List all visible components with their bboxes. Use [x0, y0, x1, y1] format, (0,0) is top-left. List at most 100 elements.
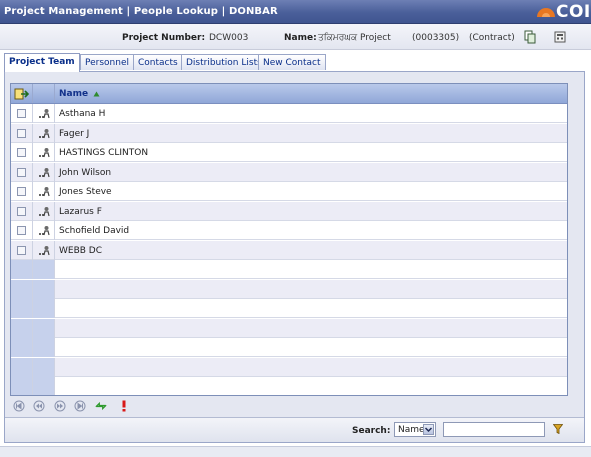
project-name-value: ਤਕਿਮਰਘਕ Project — [318, 33, 391, 43]
row-type-cell — [33, 338, 55, 357]
tab-new-contact[interactable]: New Contact — [258, 54, 326, 70]
person-name[interactable]: Asthana H — [59, 109, 105, 119]
person-icon — [39, 187, 50, 197]
empty-table-row — [11, 338, 567, 357]
search-field-value: Name — [398, 425, 425, 435]
project-team-panel: Name Asthana H Fager J HASTINGS CLINTON Joh… — [4, 71, 585, 443]
tab-label: Project Team — [9, 57, 75, 67]
row-type-cell — [33, 357, 55, 377]
search-bar: Search: Name — [5, 417, 584, 442]
coins-logo-icon — [537, 8, 555, 17]
row-type-cell — [33, 279, 55, 299]
tab-contacts[interactable]: Contacts — [133, 54, 183, 70]
row-checkbox[interactable] — [17, 226, 26, 235]
row-type-cell — [33, 201, 55, 221]
person-name[interactable]: Schofield David — [59, 226, 129, 236]
search-input[interactable] — [443, 422, 545, 437]
export-icon[interactable] — [14, 87, 30, 101]
copy-icon[interactable] — [523, 30, 537, 44]
row-select-cell — [11, 221, 33, 240]
project-status: (Contract) — [469, 33, 515, 43]
title-bar: Project Management | People Lookup | DON… — [0, 0, 591, 24]
row-checkbox[interactable] — [17, 206, 26, 216]
row-type-cell — [33, 377, 55, 395]
person-icon — [39, 226, 50, 236]
next-page-icon[interactable] — [54, 400, 66, 412]
person-icon — [39, 245, 50, 255]
last-page-icon[interactable] — [74, 400, 86, 412]
person-name[interactable]: John Wilson — [59, 168, 111, 178]
row-type-cell — [33, 299, 55, 318]
table-row[interactable]: WEBB DC — [11, 240, 567, 260]
row-type-cell — [33, 143, 55, 162]
row-select-cell — [11, 279, 33, 299]
table-row[interactable]: Asthana H — [11, 104, 567, 123]
previous-page-icon[interactable] — [33, 400, 45, 412]
person-name[interactable]: HASTINGS CLINTON — [59, 148, 148, 158]
row-checkbox[interactable] — [17, 128, 26, 138]
person-icon — [39, 167, 50, 177]
person-name[interactable]: WEBB DC — [59, 246, 102, 256]
person-name[interactable]: Fager J — [59, 129, 89, 139]
row-checkbox[interactable] — [17, 187, 26, 196]
tab-project-team[interactable]: Project Team — [4, 53, 80, 72]
row-type-cell — [33, 260, 55, 279]
calculator-icon[interactable] — [553, 30, 567, 44]
table-row[interactable]: Schofield David — [11, 221, 567, 240]
row-select-cell — [11, 123, 33, 143]
table-row[interactable]: John Wilson — [11, 162, 567, 182]
empty-table-row — [11, 260, 567, 279]
person-name[interactable]: Jones Steve — [59, 187, 112, 197]
first-page-icon[interactable] — [13, 400, 25, 412]
person-icon — [39, 206, 50, 216]
empty-table-row — [11, 279, 567, 299]
coins-logo: COINS — [536, 2, 591, 22]
logo-text: COINS — [556, 2, 591, 22]
row-select-cell — [11, 104, 33, 123]
alert-icon[interactable] — [118, 400, 130, 412]
project-info-bar: Project Number: DCW003 Name: ਤਕਿਮਰਘਕ Pro… — [0, 24, 591, 50]
header-type-cell — [33, 84, 55, 103]
row-type-cell — [33, 123, 55, 143]
row-type-cell — [33, 162, 55, 182]
tab-label: Personnel — [85, 58, 129, 68]
search-field-select[interactable]: Name — [394, 422, 436, 437]
tab-personnel[interactable]: Personnel — [80, 54, 134, 70]
row-type-cell — [33, 221, 55, 240]
table-row[interactable]: HASTINGS CLINTON — [11, 143, 567, 162]
window-title: Project Management | People Lookup | DON… — [4, 6, 278, 17]
person-icon — [39, 148, 50, 158]
row-select-cell — [11, 318, 33, 338]
filter-icon[interactable] — [553, 424, 563, 434]
empty-table-row — [11, 318, 567, 338]
row-type-cell — [33, 182, 55, 201]
row-checkbox[interactable] — [17, 167, 26, 177]
tab-label: New Contact — [263, 58, 321, 68]
row-select-cell — [11, 260, 33, 279]
row-checkbox[interactable] — [17, 148, 26, 157]
table-row[interactable]: Lazarus F — [11, 201, 567, 221]
table-row[interactable]: Fager J — [11, 123, 567, 143]
tab-distribution-lists[interactable]: Distribution Lists — [181, 54, 267, 70]
row-select-cell — [11, 240, 33, 260]
search-label: Search: — [352, 426, 391, 436]
person-icon — [39, 109, 50, 119]
row-select-cell — [11, 338, 33, 357]
tab-label: Contacts — [138, 58, 178, 68]
row-select-cell — [11, 182, 33, 201]
tab-label: Distribution Lists — [186, 58, 262, 68]
refresh-icon[interactable] — [95, 400, 107, 412]
header-select-cell — [11, 84, 33, 103]
row-select-cell — [11, 201, 33, 221]
row-checkbox[interactable] — [17, 109, 26, 118]
person-name[interactable]: Lazarus F — [59, 207, 102, 217]
chevron-down-icon[interactable] — [423, 424, 434, 435]
table-row[interactable]: Jones Steve — [11, 182, 567, 201]
column-header-name[interactable]: Name — [59, 89, 88, 99]
row-type-cell — [33, 104, 55, 123]
empty-table-row — [11, 357, 567, 377]
empty-table-row — [11, 299, 567, 318]
row-select-cell — [11, 299, 33, 318]
row-checkbox[interactable] — [17, 245, 26, 255]
project-code: (0003305) — [412, 33, 460, 43]
